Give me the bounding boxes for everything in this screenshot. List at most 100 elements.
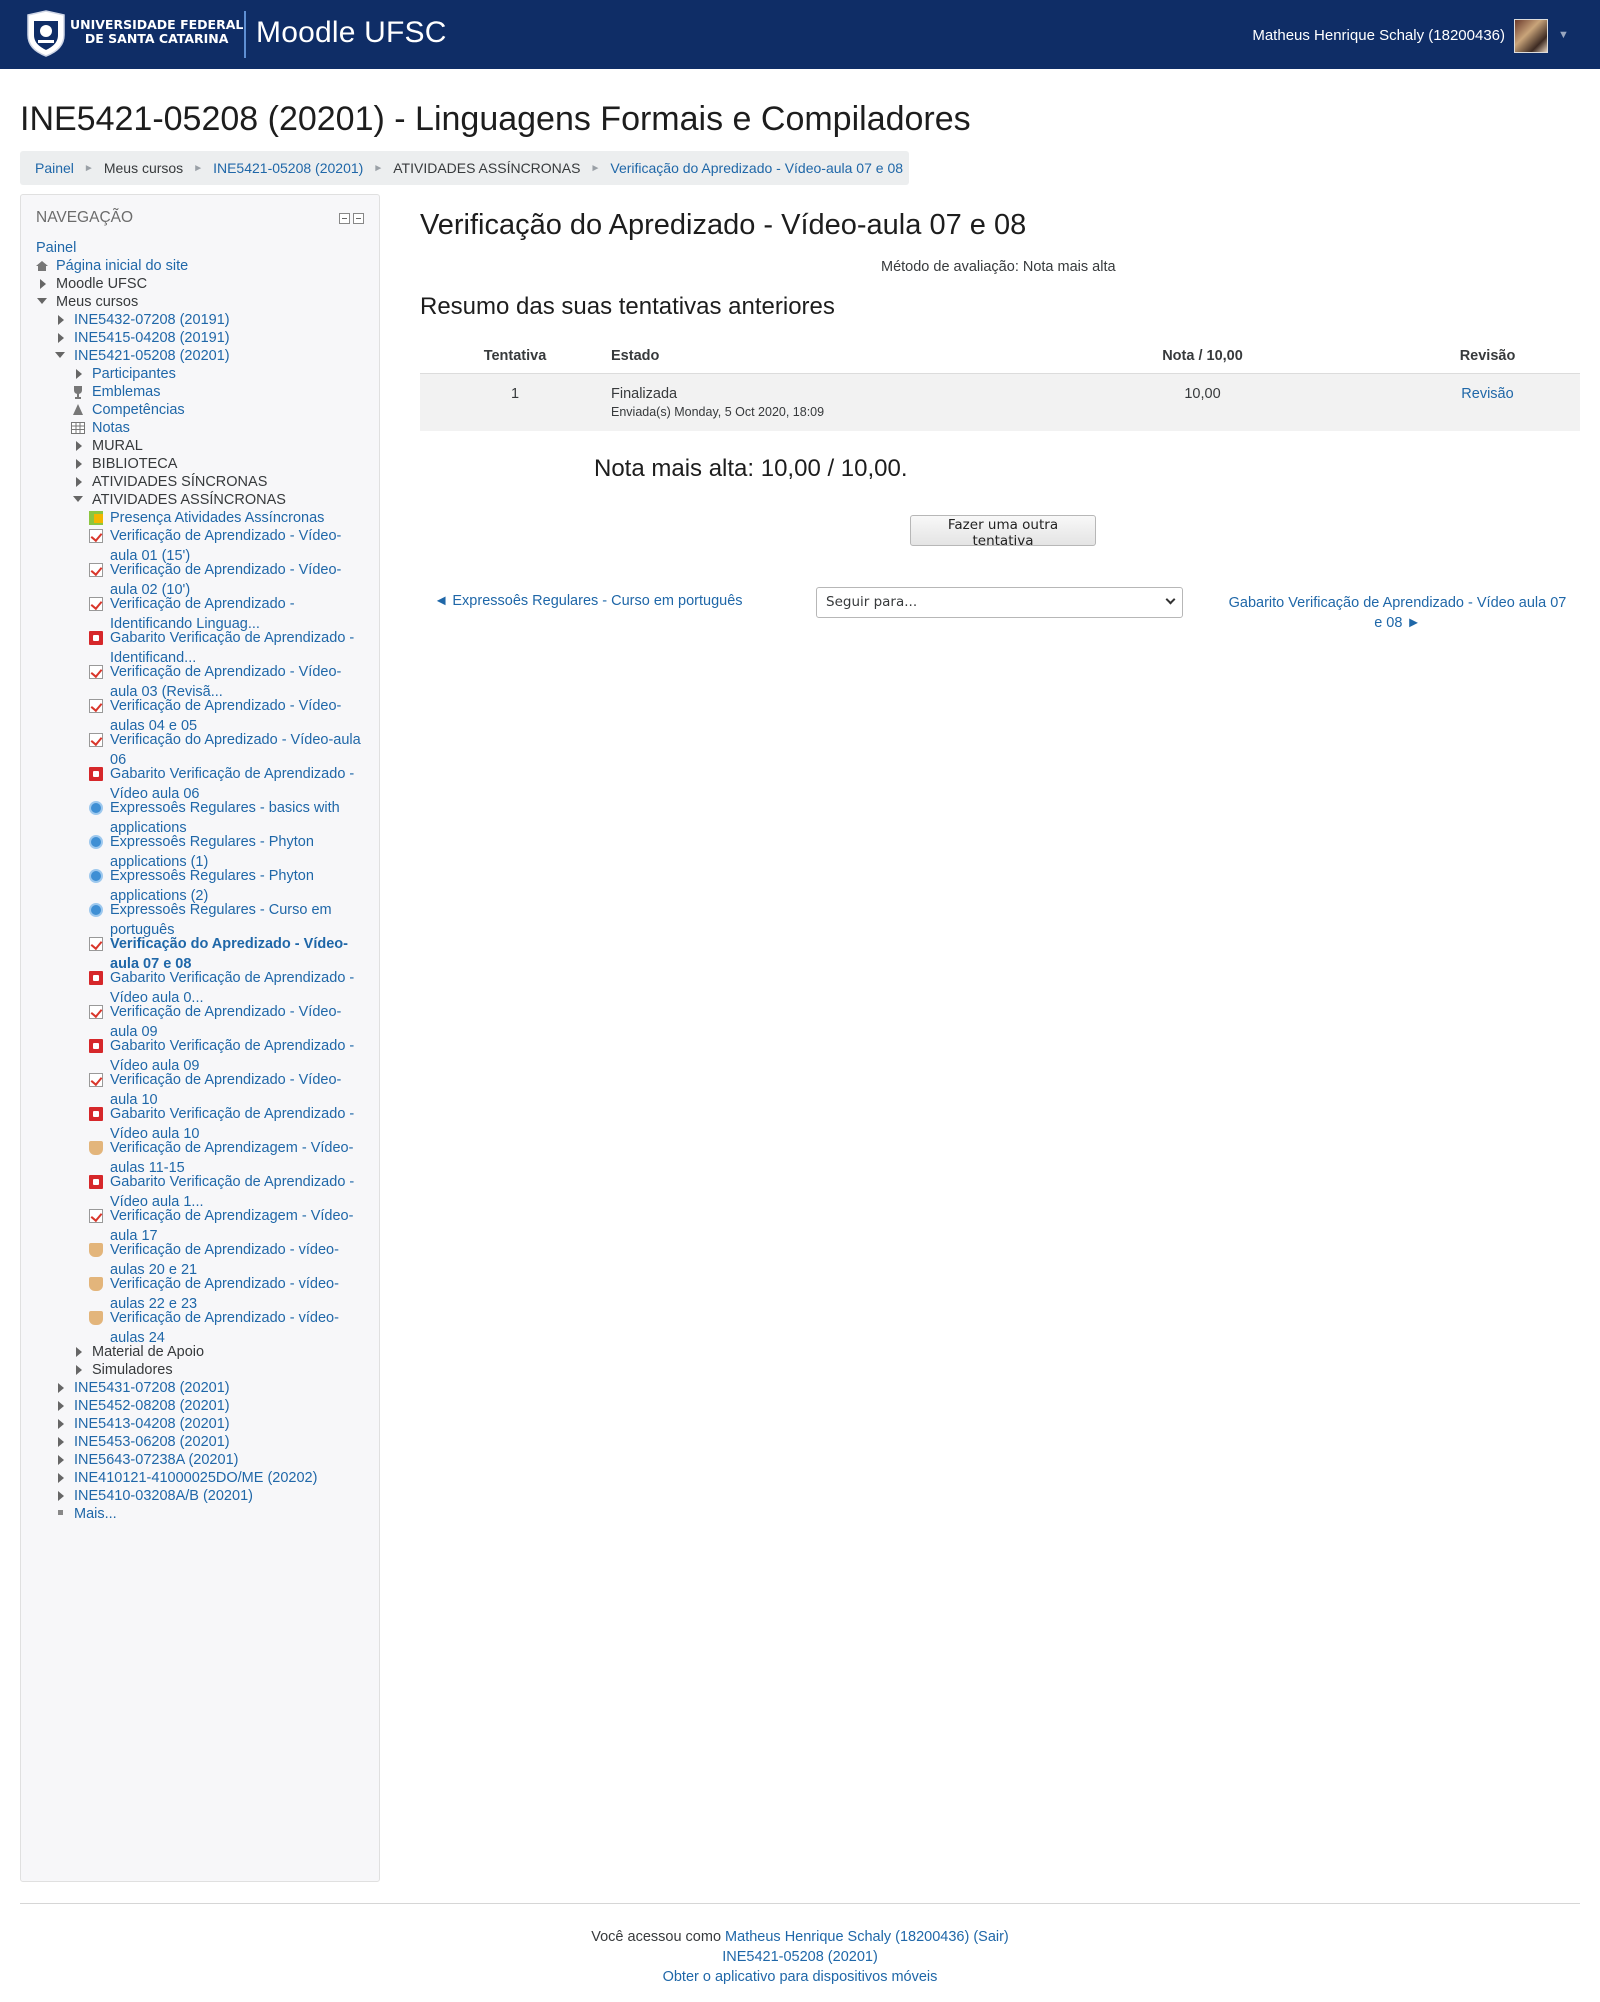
- reattempt-quiz-button[interactable]: Fazer uma outra tentativa: [910, 515, 1096, 549]
- column-header-tentativa: Tentativa: [420, 340, 610, 374]
- nav-course-ine5453[interactable]: INE5453-06208 (20201): [74, 1432, 230, 1452]
- user-menu-caret-icon[interactable]: ▼: [1558, 29, 1569, 41]
- breadcrumb-separator-icon: ►: [590, 162, 601, 174]
- breadcrumb-course[interactable]: INE5421-05208 (20201): [213, 160, 363, 176]
- footer-divider: [20, 1903, 1580, 1904]
- pdf-icon: [89, 1039, 103, 1053]
- nav-course-ine410121[interactable]: INE410121-41000025DO/ME (20202): [74, 1468, 317, 1488]
- expand-arrow-icon[interactable]: [58, 1473, 64, 1483]
- nav-item-painel[interactable]: Painel: [36, 238, 76, 258]
- site-name[interactable]: Moodle UFSC: [256, 16, 447, 50]
- nav-course-ine5432[interactable]: INE5432-07208 (20191): [74, 310, 230, 330]
- collapse-block-icon[interactable]: [339, 213, 350, 224]
- nav-item-participantes[interactable]: Participantes: [92, 364, 176, 384]
- collapse-arrow-icon[interactable]: [55, 352, 65, 358]
- url-globe-icon: [89, 801, 103, 815]
- breadcrumb-activity[interactable]: Verificação do Apredizado - Vídeo-aula 0…: [610, 160, 903, 176]
- expand-arrow-icon[interactable]: [76, 477, 82, 487]
- block-controls: [339, 213, 364, 224]
- expand-arrow-icon[interactable]: [76, 459, 82, 469]
- url-globe-icon: [89, 903, 103, 917]
- nav-course-ine5643[interactable]: INE5643-07238A (20201): [74, 1450, 238, 1470]
- collapse-arrow-icon[interactable]: [37, 298, 47, 304]
- nav-section-mural[interactable]: MURAL: [92, 436, 143, 456]
- user-avatar[interactable]: [1514, 19, 1548, 53]
- breadcrumb-section: ATIVIDADES ASSÍNCRONAS: [393, 160, 581, 176]
- nav-course-ine5421[interactable]: INE5421-05208 (20201): [74, 346, 230, 366]
- expand-arrow-icon[interactable]: [76, 441, 82, 451]
- footer-course-link[interactable]: INE5421-05208 (20201): [722, 1949, 878, 1965]
- breadcrumb-painel[interactable]: Painel: [35, 160, 74, 176]
- url-globe-icon: [89, 835, 103, 849]
- nav-course-ine5410[interactable]: INE5410-03208A/B (20201): [74, 1486, 253, 1506]
- quiz-icon: [89, 529, 103, 543]
- workshop-icon: [89, 1311, 103, 1325]
- expand-arrow-icon[interactable]: [58, 1401, 64, 1411]
- nav-more-courses[interactable]: Mais...: [74, 1504, 117, 1524]
- attendance-icon: [89, 511, 103, 525]
- nav-section-simuladores[interactable]: Simuladores: [92, 1360, 173, 1380]
- expand-arrow-icon[interactable]: [58, 315, 64, 325]
- nav-item-notas[interactable]: Notas: [92, 418, 130, 438]
- jump-to-activity-select[interactable]: Seguir para...: [816, 587, 1183, 618]
- nav-section-material-apoio[interactable]: Material de Apoio: [92, 1342, 204, 1362]
- expand-arrow-icon[interactable]: [76, 1347, 82, 1357]
- breadcrumb-separator-icon: ►: [83, 162, 94, 174]
- logout-link[interactable]: (Sair): [973, 1929, 1008, 1945]
- pdf-icon: [89, 631, 103, 645]
- chevron-down-icon: [1165, 594, 1176, 605]
- workshop-icon: [89, 1243, 103, 1257]
- nav-section-assincronas[interactable]: ATIVIDADES ASSÍNCRONAS: [92, 490, 286, 510]
- next-activity-link[interactable]: Gabarito Verificação de Aprendizado - Ví…: [1225, 593, 1570, 633]
- footer-user-link[interactable]: Matheus Henrique Schaly (18200436): [725, 1929, 969, 1945]
- nav-item-moodle-ufsc[interactable]: Moodle UFSC: [56, 274, 147, 294]
- university-name-line2: DE SANTA CATARINA: [84, 31, 229, 46]
- breadcrumb-separator-icon: ►: [193, 162, 204, 174]
- expand-arrow-icon[interactable]: [58, 1455, 64, 1465]
- expand-arrow-icon[interactable]: [58, 1491, 64, 1501]
- quiz-icon: [89, 699, 103, 713]
- nav-item-site-home[interactable]: Página inicial do site: [56, 256, 188, 276]
- quiz-icon: [89, 597, 103, 611]
- highest-grade: Nota mais alta: 10,00 / 10,00.: [594, 455, 908, 482]
- nav-course-ine5431[interactable]: INE5431-07208 (20201): [74, 1378, 230, 1398]
- attempt-grade: 10,00: [1010, 373, 1395, 431]
- nav-activity-presenca[interactable]: Presença Atividades Assíncronas: [110, 508, 324, 528]
- workshop-icon: [89, 1141, 103, 1155]
- dock-block-icon[interactable]: [353, 213, 364, 224]
- attempts-table: Tentativa Estado Nota / 10,00 Revisão 1 …: [420, 340, 1580, 431]
- nav-item-competencias[interactable]: Competências: [92, 400, 185, 420]
- nav-course-ine5452[interactable]: INE5452-08208 (20201): [74, 1396, 230, 1416]
- nav-course-ine5413[interactable]: INE5413-04208 (20201): [74, 1414, 230, 1434]
- home-icon: [35, 260, 49, 272]
- expand-arrow-icon[interactable]: [58, 333, 64, 343]
- breadcrumb-meus-cursos: Meus cursos: [103, 160, 184, 176]
- expand-arrow-icon[interactable]: [40, 279, 46, 289]
- review-link[interactable]: Revisão: [1461, 386, 1513, 402]
- quiz-icon: [89, 1005, 103, 1019]
- nav-course-ine5415[interactable]: INE5415-04208 (20191): [74, 328, 230, 348]
- expand-arrow-icon[interactable]: [76, 369, 82, 379]
- nav-section-sincronas[interactable]: ATIVIDADES SÍNCRONAS: [92, 472, 267, 492]
- expand-arrow-icon[interactable]: [58, 1437, 64, 1447]
- ufsc-crest-logo[interactable]: [24, 9, 68, 57]
- university-name: UNIVERSIDADE FEDERAL DE SANTA CATARINA: [70, 18, 243, 46]
- collapse-arrow-icon[interactable]: [73, 496, 83, 502]
- quiz-icon: [89, 733, 103, 747]
- user-menu-name[interactable]: Matheus Henrique Schaly (18200436): [1252, 27, 1505, 44]
- review-cell: Revisão: [1395, 373, 1580, 431]
- expand-arrow-icon[interactable]: [76, 1365, 82, 1375]
- pdf-icon: [89, 1175, 103, 1189]
- quiz-icon: [89, 937, 103, 951]
- column-header-estado: Estado: [610, 340, 1010, 374]
- header-divider: [244, 11, 246, 58]
- nav-item-meus-cursos[interactable]: Meus cursos: [56, 292, 138, 312]
- expand-arrow-icon[interactable]: [58, 1419, 64, 1429]
- logged-in-info: Você acessou como Matheus Henrique Schal…: [0, 1927, 1600, 1947]
- quiz-icon: [89, 1209, 103, 1223]
- previous-activity-link[interactable]: ◄ Expressoês Regulares - Curso em portug…: [434, 593, 743, 609]
- mobile-app-link[interactable]: Obter o aplicativo para dispositivos móv…: [663, 1969, 938, 1985]
- expand-arrow-icon[interactable]: [58, 1383, 64, 1393]
- nav-item-emblemas[interactable]: Emblemas: [92, 382, 161, 402]
- nav-section-biblioteca[interactable]: BIBLIOTECA: [92, 454, 177, 474]
